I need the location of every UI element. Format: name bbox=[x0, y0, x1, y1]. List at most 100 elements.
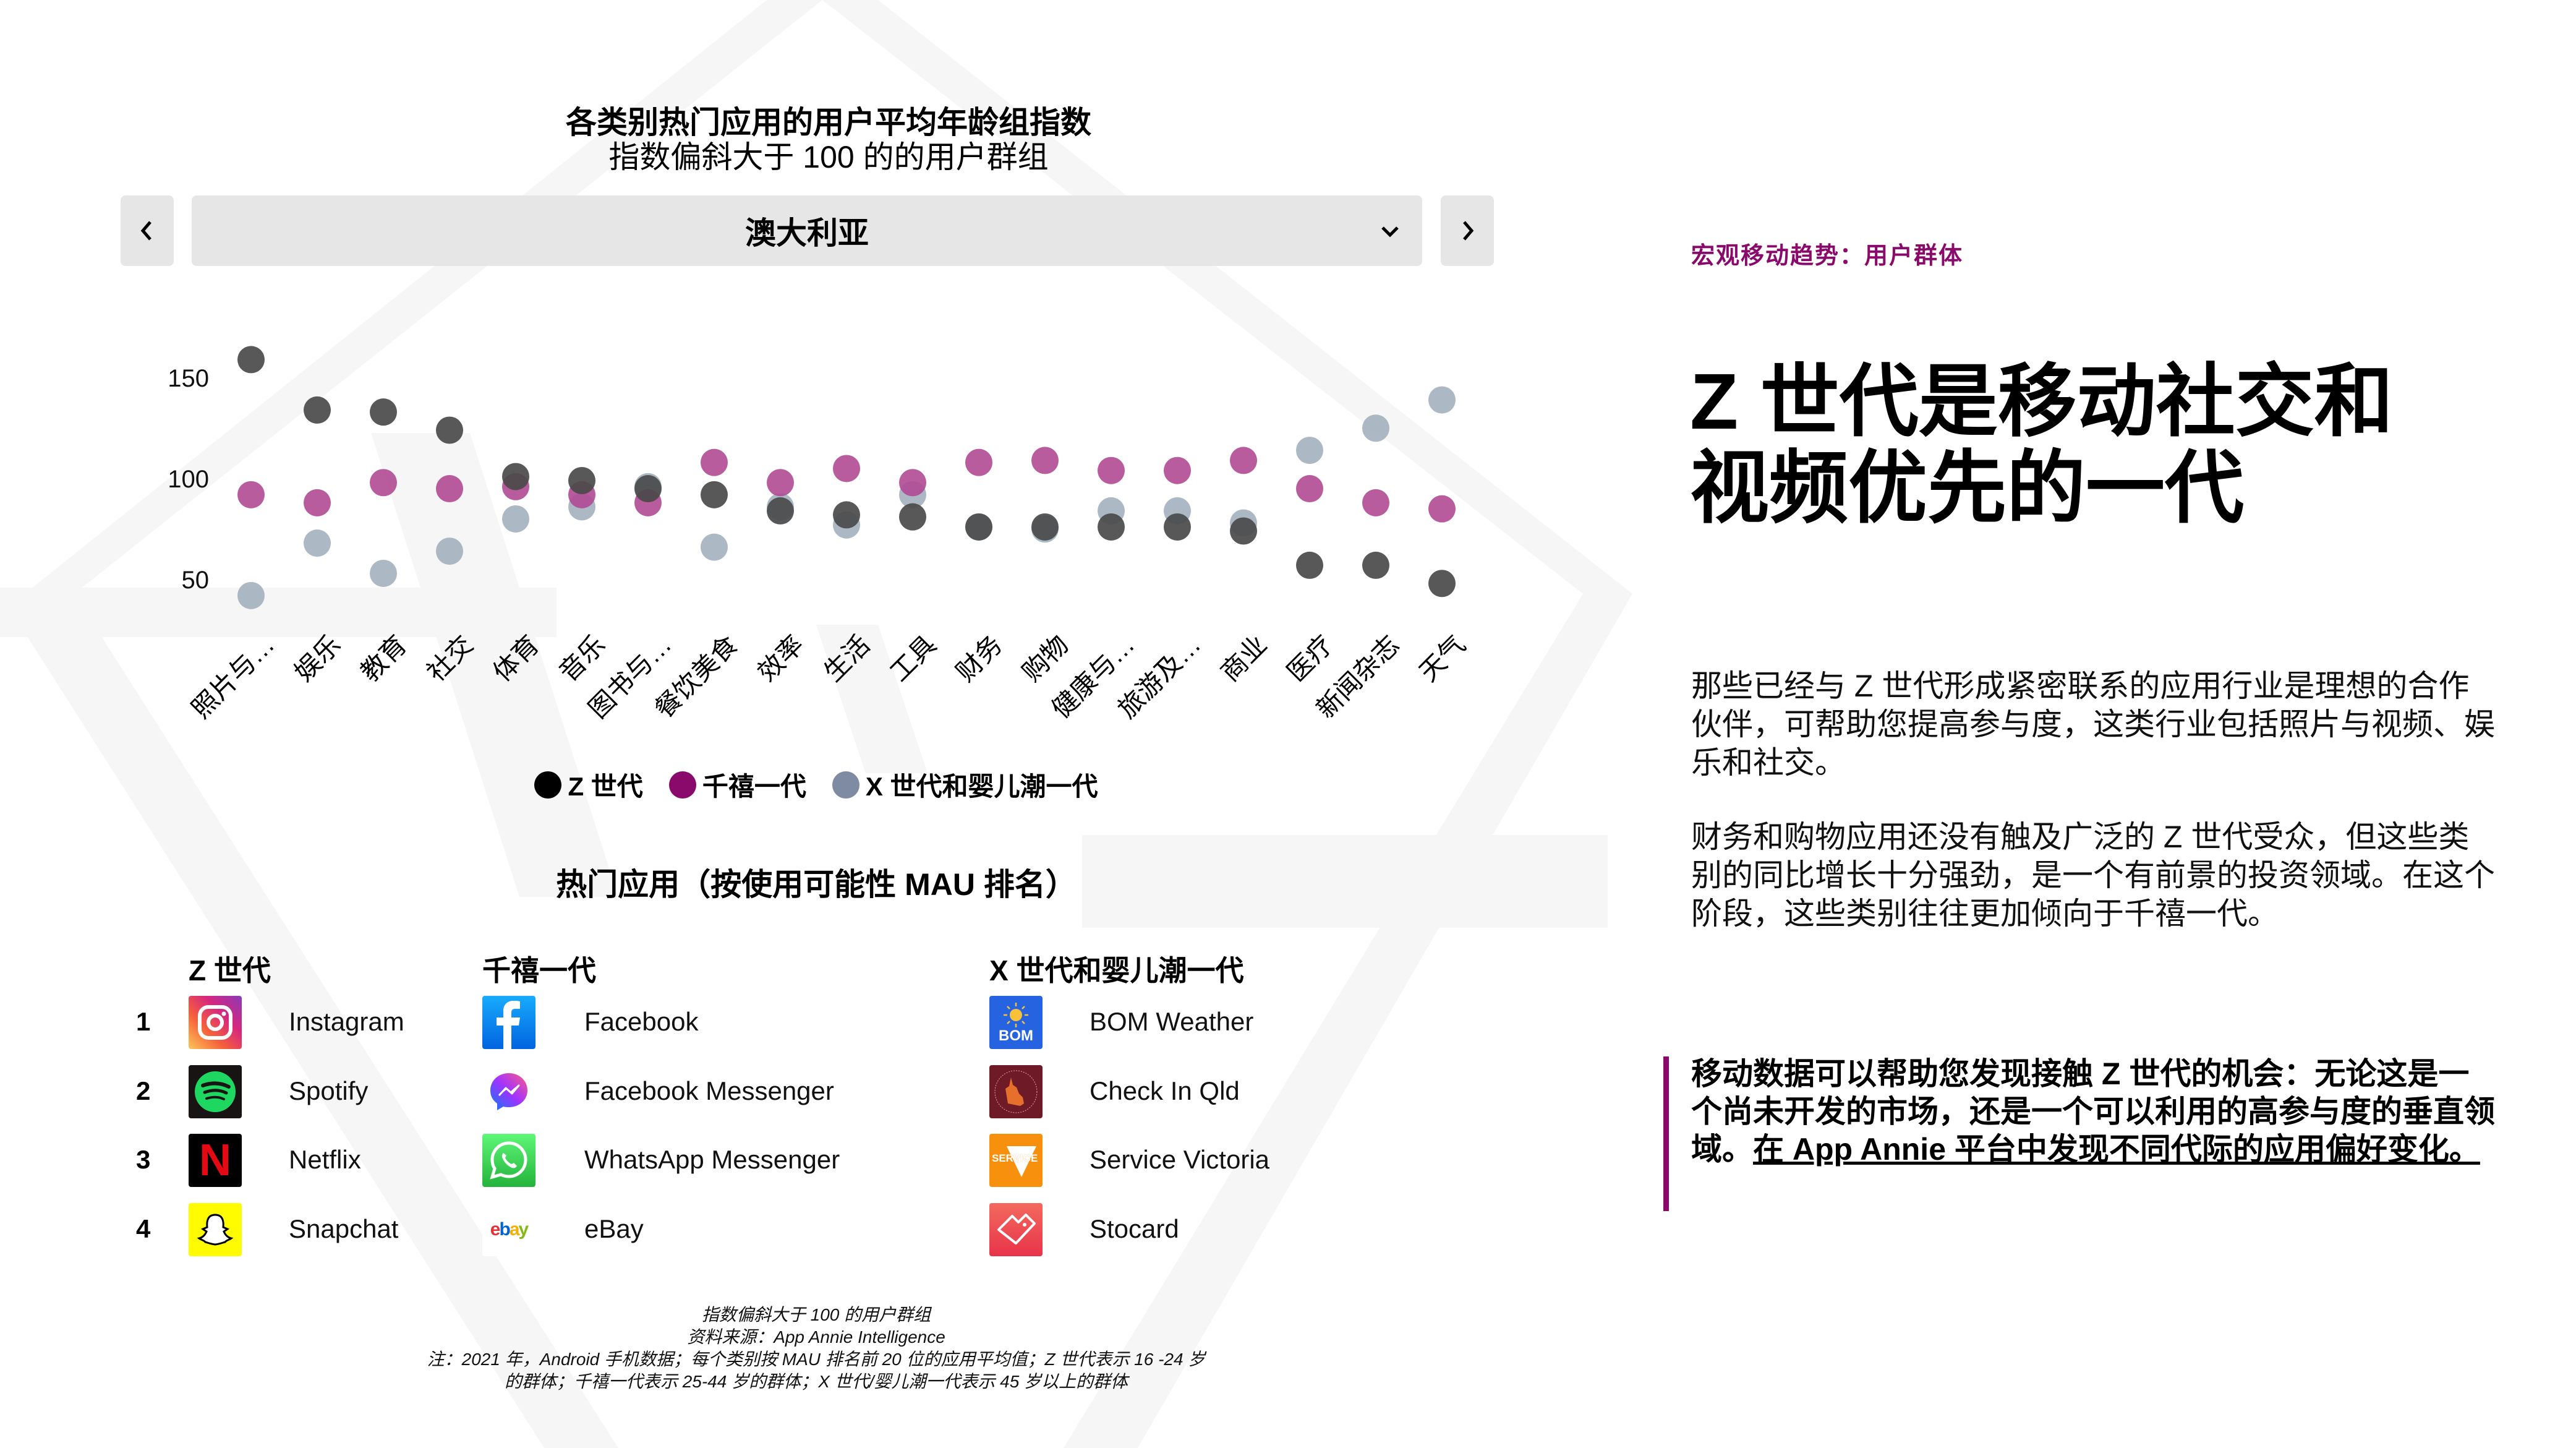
app-name[interactable]: Spotify bbox=[289, 1076, 368, 1106]
data-point-millennials[interactable] bbox=[1362, 489, 1389, 516]
footnote-note: 注：2021 年，Android 手机数据；每个类别按 MAU 排名前 20 位… bbox=[427, 1350, 1206, 1369]
ebay-letter: b bbox=[499, 1219, 510, 1240]
column-header-gen-x-boomers: X 世代和婴儿潮一代 bbox=[989, 954, 1244, 987]
data-point-millennials[interactable] bbox=[1098, 456, 1125, 484]
data-point-gen-z[interactable] bbox=[370, 398, 397, 426]
app-name[interactable]: Facebook Messenger bbox=[584, 1076, 834, 1106]
data-point-millennials[interactable] bbox=[899, 469, 926, 497]
section-kicker: 宏观移动趋势：用户群体 bbox=[1691, 243, 1964, 269]
data-point-gen-x-boomers[interactable] bbox=[502, 505, 529, 533]
data-point-gen-z[interactable] bbox=[899, 503, 926, 531]
headline-line: Z 世代是移动社交和 bbox=[1690, 358, 2394, 446]
netflix-icon[interactable]: N bbox=[189, 1134, 242, 1187]
data-point-gen-z[interactable] bbox=[1031, 513, 1059, 541]
legend-dot bbox=[832, 771, 859, 799]
data-point-millennials[interactable] bbox=[1296, 475, 1323, 503]
data-point-gen-z[interactable] bbox=[237, 346, 265, 374]
data-point-gen-x-boomers[interactable] bbox=[370, 559, 397, 587]
callout: 移动数据可以帮助您发现接触 Z 世代的机会：无论这是一个尚未开发的市场，还是一个… bbox=[1691, 1055, 2495, 1168]
data-point-gen-z[interactable] bbox=[1164, 513, 1191, 541]
column-header-gen-z: Z 世代 bbox=[189, 954, 271, 987]
instagram-icon[interactable] bbox=[189, 996, 242, 1049]
data-point-gen-z[interactable] bbox=[1428, 570, 1456, 598]
service-victoria-icon[interactable]: SERVICE bbox=[989, 1134, 1043, 1187]
legend-item-millennials[interactable]: 千禧一代 bbox=[668, 766, 806, 803]
app-name[interactable]: Service Victoria bbox=[1090, 1145, 1269, 1175]
data-point-gen-x-boomers[interactable] bbox=[701, 533, 728, 561]
data-point-millennials[interactable] bbox=[237, 481, 265, 508]
callout-accent-bar bbox=[1663, 1056, 1669, 1211]
netflix-logo-letter: N bbox=[199, 1136, 231, 1185]
body-paragraph: 财务和购物应用还没有触及广泛的 Z 世代受众，但这些类别的同比增长十分强劲，是一… bbox=[1691, 820, 2495, 931]
page-headline: Z 世代是移动社交和 视频优先的一代 bbox=[1690, 359, 2494, 532]
rank-number: 1 bbox=[136, 1007, 151, 1036]
data-point-millennials[interactable] bbox=[1230, 447, 1257, 474]
rank-number: 4 bbox=[136, 1214, 151, 1243]
ebay-icon[interactable]: ebay bbox=[482, 1203, 535, 1256]
data-point-gen-z[interactable] bbox=[767, 497, 794, 525]
data-point-gen-z[interactable] bbox=[701, 481, 728, 508]
column-header-millennials: 千禧一代 bbox=[482, 954, 596, 987]
data-point-millennials[interactable] bbox=[1031, 447, 1059, 474]
data-point-millennials[interactable] bbox=[370, 469, 397, 497]
app-annie-link[interactable]: 在 App Annie 平台中发现不同代际的应用偏好变化。 bbox=[1753, 1132, 2480, 1167]
spotify-icon[interactable] bbox=[189, 1065, 242, 1118]
app-name[interactable]: BOM Weather bbox=[1090, 1007, 1253, 1037]
legend-label: X 世代和婴儿潮一代 bbox=[865, 772, 1098, 801]
app-name[interactable]: Netflix bbox=[289, 1145, 361, 1175]
data-point-gen-z[interactable] bbox=[965, 513, 992, 541]
data-point-gen-z[interactable] bbox=[634, 475, 662, 503]
data-point-gen-x-boomers[interactable] bbox=[1362, 414, 1389, 442]
whatsapp-icon[interactable] bbox=[482, 1134, 535, 1187]
data-point-gen-x-boomers[interactable] bbox=[237, 581, 265, 609]
bom-weather-icon[interactable]: BOM bbox=[989, 996, 1043, 1049]
legend-item-gen-z[interactable]: Z 世代 bbox=[534, 766, 643, 803]
chart-legend: Z 世代 千禧一代 X 世代和婴儿潮一代 bbox=[0, 766, 1632, 803]
data-point-gen-x-boomers[interactable] bbox=[304, 529, 331, 557]
app-name[interactable]: eBay bbox=[584, 1214, 644, 1244]
data-point-gen-z[interactable] bbox=[833, 501, 860, 529]
data-point-gen-z[interactable] bbox=[1362, 551, 1389, 579]
app-name[interactable]: WhatsApp Messenger bbox=[584, 1145, 840, 1175]
data-point-gen-z[interactable] bbox=[502, 463, 529, 491]
footnote-note-cont: 的群体；千禧一代表示 25-44 岁的群体；X 世代/婴儿潮一代表示 45 岁以… bbox=[504, 1372, 1128, 1391]
app-name[interactable]: Stocard bbox=[1090, 1214, 1179, 1244]
ebay-letter: e bbox=[490, 1219, 501, 1240]
data-point-gen-z[interactable] bbox=[304, 396, 331, 424]
data-point-gen-x-boomers[interactable] bbox=[1428, 386, 1456, 414]
messenger-icon[interactable] bbox=[482, 1065, 535, 1118]
check-in-qld-icon[interactable] bbox=[989, 1065, 1043, 1118]
app-name[interactable]: Instagram bbox=[289, 1007, 404, 1037]
snapchat-icon[interactable] bbox=[189, 1203, 242, 1256]
data-point-gen-z[interactable] bbox=[436, 416, 463, 444]
legend-item-gen-x-boomers[interactable]: X 世代和婴儿潮一代 bbox=[832, 766, 1098, 803]
data-point-gen-z[interactable] bbox=[1098, 513, 1125, 541]
data-point-millennials[interactable] bbox=[304, 489, 331, 516]
data-point-millennials[interactable] bbox=[436, 475, 463, 503]
footnote: 指数偏斜大于 100 的用户群组 bbox=[701, 1305, 931, 1324]
data-point-gen-z[interactable] bbox=[1296, 551, 1323, 579]
app-name[interactable]: Snapchat bbox=[289, 1214, 398, 1244]
top-apps-title: 热门应用（按使用可能性 MAU 排名） bbox=[556, 867, 1077, 902]
service-victoria-text: SERVICE bbox=[992, 1152, 1038, 1164]
data-point-millennials[interactable] bbox=[767, 469, 794, 497]
ebay-letter: a bbox=[509, 1219, 520, 1240]
data-point-gen-x-boomers[interactable] bbox=[1296, 437, 1323, 465]
data-point-millennials[interactable] bbox=[701, 448, 728, 476]
app-name[interactable]: Facebook bbox=[584, 1007, 698, 1037]
data-point-gen-x-boomers[interactable] bbox=[436, 538, 463, 565]
body-paragraph: 那些已经与 Z 世代形成紧密联系的应用行业是理想的合作伙伴，可帮助您提高参与度，… bbox=[1691, 669, 2495, 780]
data-point-millennials[interactable] bbox=[833, 455, 860, 482]
data-point-millennials[interactable] bbox=[1428, 495, 1456, 523]
legend-label: 千禧一代 bbox=[702, 772, 806, 801]
ebay-letter: y bbox=[518, 1219, 529, 1240]
app-name[interactable]: Check In Qld bbox=[1090, 1076, 1240, 1106]
data-point-millennials[interactable] bbox=[965, 448, 992, 476]
headline-line: 视频优先的一代 bbox=[1690, 444, 2245, 533]
data-point-gen-z[interactable] bbox=[1230, 517, 1257, 545]
data-point-gen-z[interactable] bbox=[568, 467, 595, 494]
data-point-millennials[interactable] bbox=[1164, 456, 1191, 484]
stocard-icon[interactable] bbox=[989, 1203, 1043, 1256]
facebook-icon[interactable] bbox=[482, 996, 535, 1049]
rank-number: 3 bbox=[136, 1145, 151, 1174]
